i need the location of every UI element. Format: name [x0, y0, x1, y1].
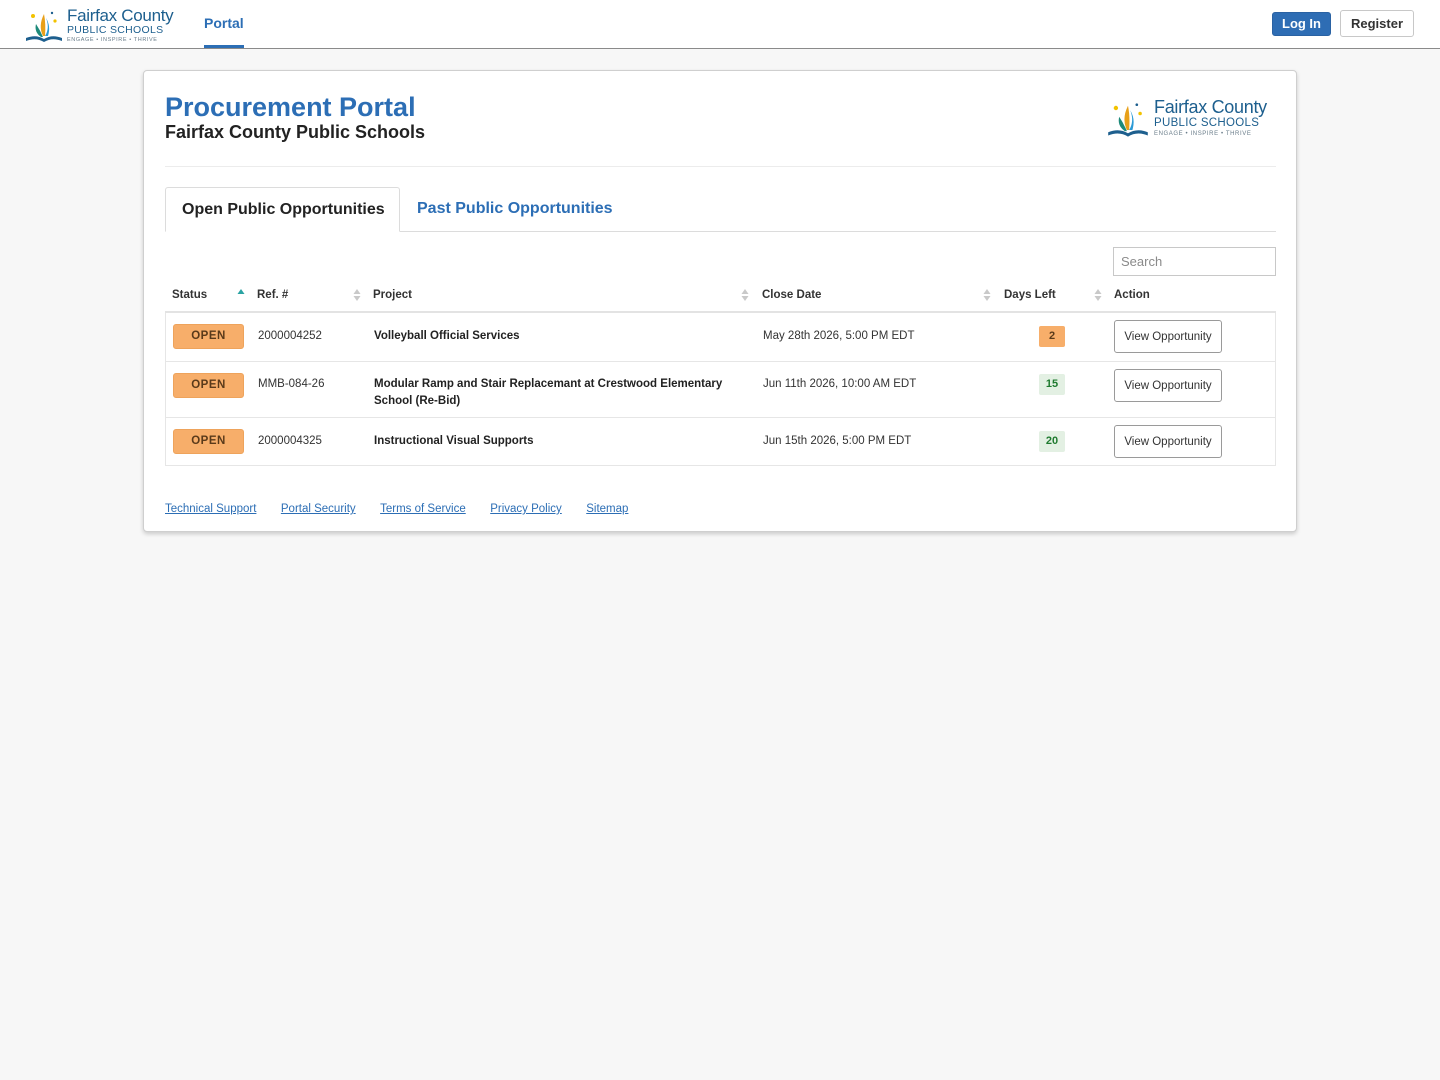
ref-number: 2000004252 [258, 330, 322, 342]
nav-portal-link[interactable]: Portal [204, 0, 244, 48]
card-brand-name: Fairfax County [1154, 97, 1267, 117]
nav-portal-label: Portal [204, 15, 244, 31]
sort-both-icon[interactable] [983, 288, 991, 302]
column-header-action: Action [1114, 289, 1150, 301]
close-date: Jun 11th 2026, 10:00 AM EDT [763, 378, 917, 390]
footer-link-technical-support[interactable]: Technical Support [165, 503, 256, 515]
header-logo[interactable]: Fairfax County PUBLIC SCHOOLS ENGAGE • I… [24, 6, 174, 44]
card-brand-tagline: ENGAGE • INSPIRE • THRIVE [1154, 131, 1252, 137]
table-row: OPEN MMB-084-26 Modular Ramp and Stair R… [166, 361, 1275, 417]
days-left-badge: 2 [1039, 326, 1065, 347]
tab-open-opportunities[interactable]: Open Public Opportunities [165, 187, 400, 232]
search-input[interactable] [1113, 247, 1276, 276]
view-opportunity-button[interactable]: View Opportunity [1114, 425, 1222, 458]
ref-number: MMB-084-26 [258, 378, 325, 390]
status-badge: OPEN [173, 373, 244, 398]
brand-sub: PUBLIC SCHOOLS [67, 24, 164, 36]
column-header-status[interactable]: Status [172, 283, 207, 311]
opportunities-table: Status Ref. # Project Close Date Days Le… [165, 283, 1276, 466]
page-subtitle: Fairfax County Public Schools [165, 122, 426, 142]
sort-both-icon[interactable] [1094, 288, 1102, 302]
brand-name: Fairfax County [67, 6, 174, 25]
brand-tagline: ENGAGE • INSPIRE • THRIVE [67, 37, 158, 43]
fcps-logo-icon [1108, 103, 1148, 137]
column-header-close-date[interactable]: Close Date [762, 283, 821, 311]
table-row: OPEN 2000004252 Volleyball Official Serv… [166, 313, 1275, 361]
header-divider [165, 166, 1276, 167]
column-header-project[interactable]: Project [373, 283, 412, 311]
footer-link-portal-security[interactable]: Portal Security [281, 503, 356, 515]
ref-number: 2000004325 [258, 435, 322, 447]
sort-asc-icon[interactable] [237, 288, 245, 302]
footer-link-privacy-policy[interactable]: Privacy Policy [490, 503, 562, 515]
sort-both-icon[interactable] [353, 288, 361, 302]
table-body: OPEN 2000004252 Volleyball Official Serv… [165, 313, 1276, 466]
register-button[interactable]: Register [1340, 10, 1414, 37]
table-row: OPEN 2000004325 Instructional Visual Sup… [166, 417, 1275, 465]
nav-active-indicator [204, 45, 244, 48]
card-brand-text: Fairfax County PUBLIC SCHOOLS ENGAGE • I… [1154, 97, 1267, 139]
days-left-badge: 20 [1039, 431, 1065, 452]
brand-text: Fairfax County PUBLIC SCHOOLS ENGAGE • I… [67, 6, 174, 44]
top-navbar: Fairfax County PUBLIC SCHOOLS ENGAGE • I… [0, 0, 1440, 49]
days-left-badge: 15 [1039, 374, 1065, 395]
footer-link-terms-of-service[interactable]: Terms of Service [380, 503, 466, 515]
status-badge: OPEN [173, 429, 244, 454]
page-title: Procurement Portal [165, 92, 416, 122]
fcps-logo-icon [26, 11, 62, 42]
table-header: Status Ref. # Project Close Date Days Le… [165, 283, 1276, 313]
project-name: Volleyball Official Services [374, 330, 520, 342]
close-date: Jun 15th 2026, 5:00 PM EDT [763, 435, 912, 447]
column-header-days-left[interactable]: Days Left [1004, 283, 1056, 311]
view-opportunity-button[interactable]: View Opportunity [1114, 320, 1222, 353]
card-logo: Fairfax County PUBLIC SCHOOLS ENGAGE • I… [1106, 97, 1276, 141]
footer-link-sitemap[interactable]: Sitemap [586, 503, 628, 515]
close-date: May 28th 2026, 5:00 PM EDT [763, 330, 915, 342]
view-opportunity-button[interactable]: View Opportunity [1114, 369, 1222, 402]
project-name: Instructional Visual Supports [374, 435, 534, 447]
card-brand-sub: PUBLIC SCHOOLS [1154, 117, 1260, 129]
project-name: Modular Ramp and Stair Replacemant at Cr… [374, 378, 723, 407]
tab-past-opportunities[interactable]: Past Public Opportunities [401, 187, 629, 232]
column-header-ref[interactable]: Ref. # [257, 283, 288, 311]
login-button[interactable]: Log In [1272, 12, 1331, 36]
sort-both-icon[interactable] [741, 288, 749, 302]
footer-links: Technical Support Portal Security Terms … [165, 499, 648, 517]
status-badge: OPEN [173, 324, 244, 349]
main-card: Procurement Portal Fairfax County Public… [143, 70, 1297, 532]
